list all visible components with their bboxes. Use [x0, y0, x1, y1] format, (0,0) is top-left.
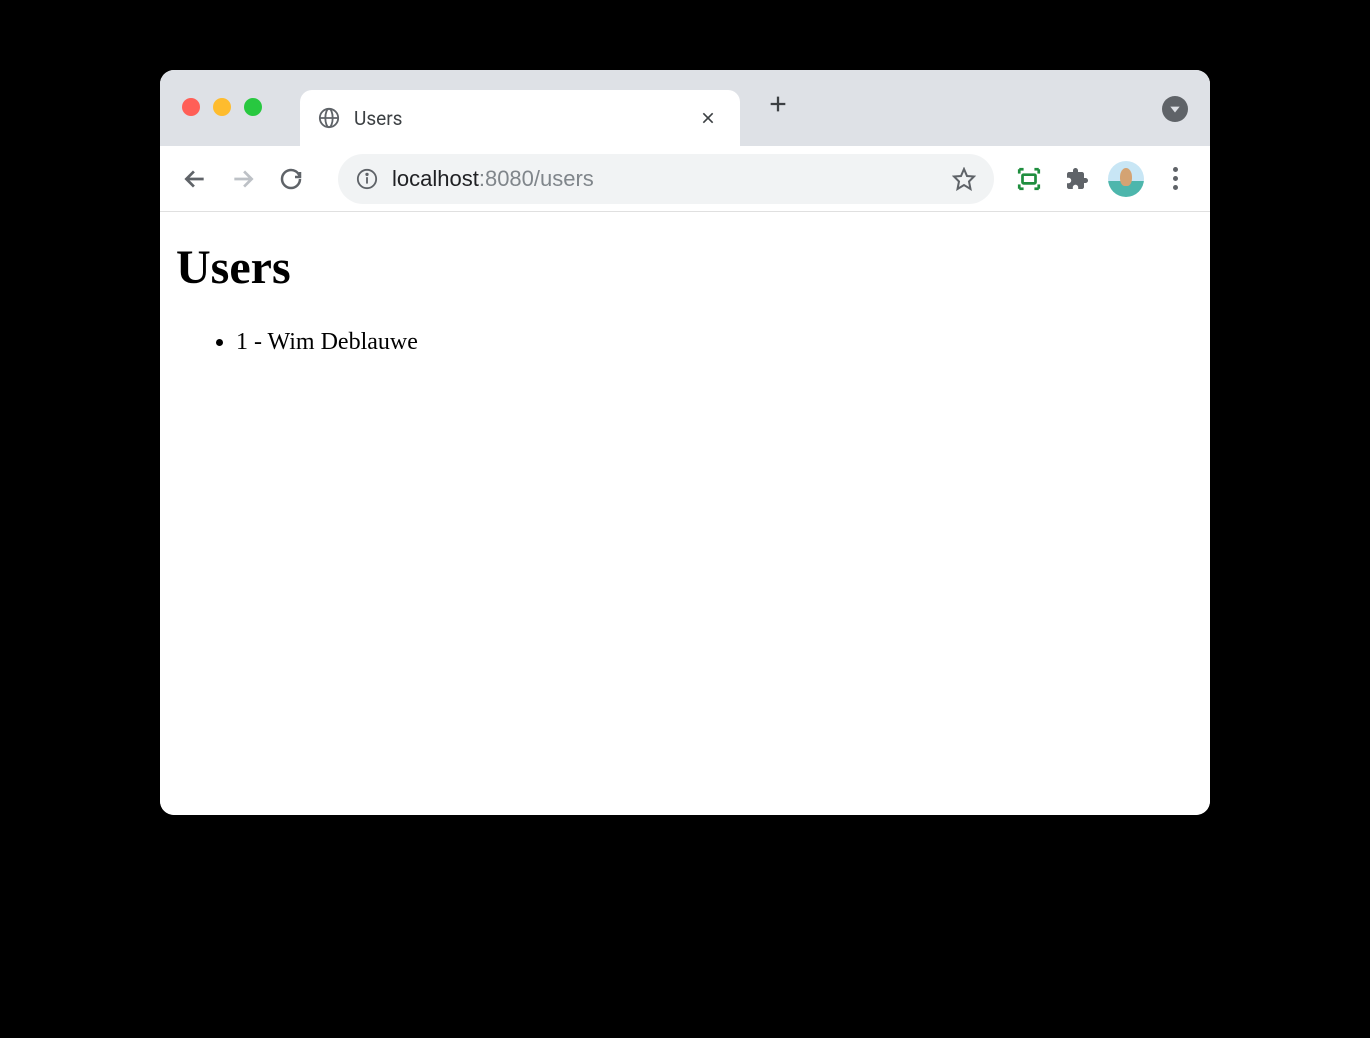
window-close-button[interactable]: [182, 98, 200, 116]
url-host: localhost: [392, 166, 479, 191]
site-info-icon[interactable]: [356, 168, 378, 190]
profile-avatar[interactable]: [1108, 161, 1144, 197]
browser-window: Users: [160, 70, 1210, 815]
page-heading: Users: [176, 240, 1194, 295]
url-text: localhost:8080/users: [392, 166, 938, 192]
extensions-button[interactable]: [1056, 158, 1098, 200]
tab-close-button[interactable]: [694, 104, 722, 132]
globe-icon: [318, 107, 340, 129]
browser-toolbar: localhost:8080/users: [160, 146, 1210, 212]
page-content: Users 1 - Wim Deblauwe: [160, 212, 1210, 815]
kebab-icon: [1173, 167, 1178, 190]
window-maximize-button[interactable]: [244, 98, 262, 116]
reload-button[interactable]: [270, 158, 312, 200]
list-item: 1 - Wim Deblauwe: [236, 323, 1194, 361]
forward-button[interactable]: [222, 158, 264, 200]
url-path: :8080/users: [479, 166, 594, 191]
chevron-down-icon: [1162, 96, 1188, 122]
users-list: 1 - Wim Deblauwe: [176, 323, 1194, 361]
tab-search-dropdown[interactable]: [1162, 96, 1188, 122]
address-bar[interactable]: localhost:8080/users: [338, 154, 994, 204]
window-controls: [182, 98, 262, 116]
menu-button[interactable]: [1154, 158, 1196, 200]
bookmark-button[interactable]: [952, 167, 976, 191]
tab-title: Users: [354, 107, 680, 130]
window-minimize-button[interactable]: [213, 98, 231, 116]
browser-tab[interactable]: Users: [300, 90, 740, 146]
new-tab-button[interactable]: [758, 84, 798, 124]
back-button[interactable]: [174, 158, 216, 200]
devtools-device-icon[interactable]: [1008, 158, 1050, 200]
tab-strip: Users: [160, 70, 1210, 146]
